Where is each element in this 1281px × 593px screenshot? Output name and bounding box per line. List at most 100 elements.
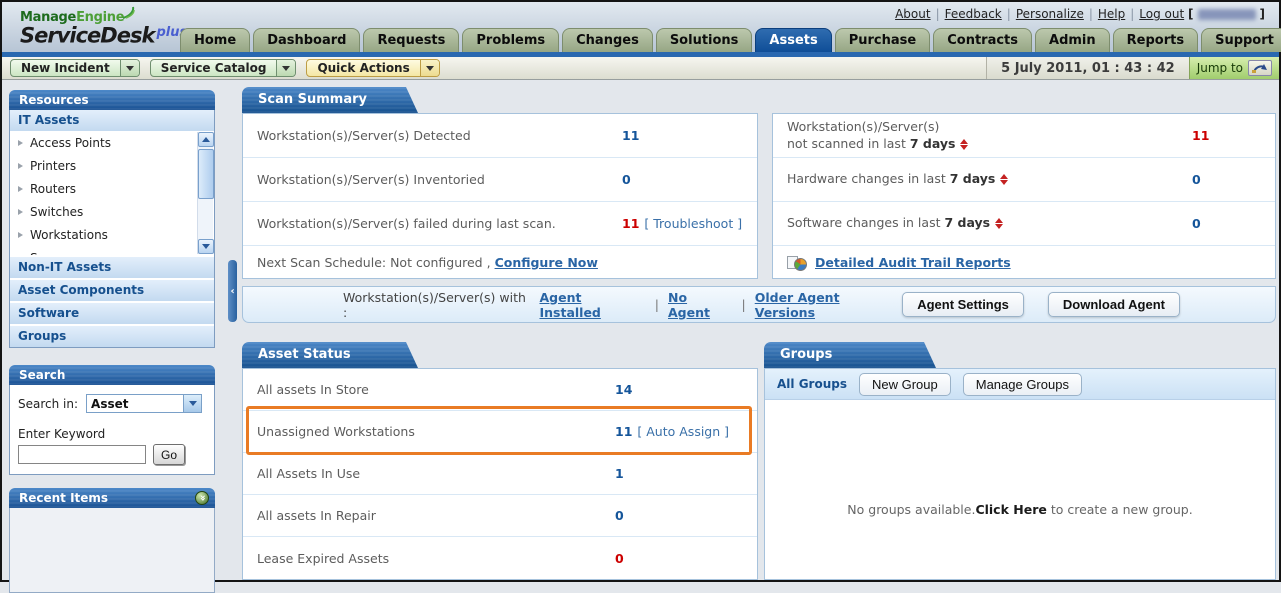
- tab-home[interactable]: Home: [180, 28, 250, 52]
- row-value[interactable]: 11: [622, 216, 639, 231]
- tab-admin[interactable]: Admin: [1035, 28, 1110, 52]
- app-window: ManageEngine ServiceDeskplus About|Feedb…: [0, 0, 1281, 582]
- top-links: About|Feedback|Personalize|Help|Log out …: [895, 7, 1265, 21]
- sidebar-item-routers[interactable]: Routers: [10, 177, 214, 200]
- link-separator: |: [742, 297, 746, 312]
- tab-reports[interactable]: Reports: [1113, 28, 1198, 52]
- manage-groups-button[interactable]: Manage Groups: [963, 373, 1082, 396]
- sidebar-section-software[interactable]: Software: [10, 301, 214, 324]
- download-agent-button[interactable]: Download Agent: [1048, 292, 1180, 317]
- row-value[interactable]: 11: [1192, 128, 1209, 143]
- username-redacted: [1198, 9, 1256, 20]
- scan-summary-left-box: Workstation(s)/Server(s) Detected 11 Wor…: [242, 113, 758, 279]
- go-button[interactable]: Go: [153, 444, 185, 465]
- spinner-updown-icon[interactable]: [1000, 174, 1008, 185]
- service-catalog-dropdown-icon[interactable]: [276, 60, 295, 76]
- row-label: Software changes in last 7 days: [787, 215, 1192, 231]
- report-pie-icon: [787, 255, 807, 271]
- auto-assign-link[interactable]: [ Auto Assign ]: [637, 424, 729, 439]
- help-link[interactable]: Help: [1098, 7, 1125, 21]
- chevron-down-icon[interactable]: [183, 395, 201, 412]
- sidebar-section-it-assets[interactable]: IT Assets: [10, 110, 214, 131]
- search-in-select[interactable]: Asset: [86, 394, 202, 413]
- sidebar-collapse-handle[interactable]: ‹: [228, 260, 237, 322]
- row-value[interactable]: 0: [622, 172, 631, 187]
- link-separator: |: [1007, 7, 1011, 21]
- detailed-audit-trail-link[interactable]: Detailed Audit Trail Reports: [815, 255, 1011, 270]
- tab-purchase[interactable]: Purchase: [835, 28, 930, 52]
- tab-assets[interactable]: Assets: [755, 28, 831, 52]
- row-value[interactable]: 0: [1192, 172, 1201, 187]
- tab-dashboard[interactable]: Dashboard: [253, 28, 360, 52]
- quick-actions-button[interactable]: Quick Actions: [306, 59, 439, 77]
- spinner-updown-icon[interactable]: [960, 139, 968, 150]
- sidebar-item-servers[interactable]: Servers: [10, 246, 214, 255]
- username-bracket-open: [: [1188, 7, 1193, 21]
- tab-support[interactable]: Support: [1201, 28, 1281, 52]
- sidebar-item-switches[interactable]: Switches: [10, 200, 214, 223]
- sidebar: Resources IT Assets Access Points Printe…: [9, 90, 215, 593]
- spinner-updown-icon[interactable]: [995, 218, 1003, 229]
- agent-settings-button[interactable]: Agent Settings: [902, 292, 1024, 317]
- row-value[interactable]: 11: [622, 128, 639, 143]
- new-incident-dropdown-icon[interactable]: [120, 60, 139, 76]
- feedback-link[interactable]: Feedback: [945, 7, 1002, 21]
- asset-status-box: All assets In Store 14 Unassigned Workst…: [242, 368, 758, 580]
- row-value[interactable]: 14: [615, 382, 632, 397]
- row-label: Unassigned Workstations: [257, 424, 615, 439]
- sidebar-section-asset-components[interactable]: Asset Components: [10, 278, 214, 301]
- link-separator: |: [655, 297, 659, 312]
- jump-to-control[interactable]: Jump to: [1189, 57, 1279, 79]
- row-value[interactable]: 1: [615, 466, 624, 481]
- row-label: All assets In Store: [257, 382, 615, 397]
- sidebar-item-workstations[interactable]: Workstations: [10, 223, 214, 246]
- next-scan-label: Next Scan Schedule: Not configured ,: [257, 255, 491, 270]
- scroll-thumb[interactable]: [198, 149, 214, 199]
- scroll-up-icon[interactable]: [198, 132, 214, 147]
- empty-text-post: to create a new group.: [1047, 502, 1193, 517]
- personalize-link[interactable]: Personalize: [1016, 7, 1084, 21]
- service-catalog-button[interactable]: Service Catalog: [150, 59, 297, 77]
- scan-row-software-changes: Software changes in last 7 days 0: [773, 202, 1275, 246]
- row-value[interactable]: 0: [615, 508, 624, 523]
- configure-now-link[interactable]: Configure Now: [495, 255, 598, 270]
- sidebar-item-access-points[interactable]: Access Points: [10, 131, 214, 154]
- troubleshoot-link[interactable]: [ Troubleshoot ]: [644, 216, 742, 231]
- tab-changes[interactable]: Changes: [562, 28, 653, 52]
- tab-requests[interactable]: Requests: [363, 28, 459, 52]
- recent-items-panel: Recent Items »: [9, 488, 215, 593]
- no-agent-link[interactable]: No Agent: [668, 290, 733, 320]
- scan-row-audit-reports: Detailed Audit Trail Reports: [773, 246, 1275, 279]
- agent-bar: Workstation(s)/Server(s) with : Agent In…: [242, 286, 1276, 323]
- row-value[interactable]: 0: [615, 551, 624, 566]
- new-group-button[interactable]: New Group: [859, 373, 951, 396]
- tree-scrollbar[interactable]: [197, 132, 213, 254]
- agent-installed-link[interactable]: Agent Installed: [539, 290, 645, 320]
- row-value[interactable]: 11: [615, 424, 632, 439]
- new-incident-button[interactable]: New Incident: [10, 59, 140, 77]
- label-bold: 7 days: [944, 215, 990, 230]
- sidebar-section-non-it-assets[interactable]: Non-IT Assets: [10, 255, 214, 278]
- search-in-label: Search in:: [18, 397, 78, 411]
- resources-panel-body: IT Assets Access Points Printers Routers…: [9, 110, 215, 348]
- keyword-input[interactable]: [18, 445, 146, 464]
- click-here-link[interactable]: Click Here: [975, 502, 1046, 517]
- all-groups-label[interactable]: All Groups: [777, 377, 847, 391]
- collapse-chevron-icon[interactable]: »: [195, 491, 209, 505]
- main-nav-tabs: Home Dashboard Requests Problems Changes…: [180, 28, 1281, 52]
- tab-contracts[interactable]: Contracts: [933, 28, 1032, 52]
- logout-link[interactable]: Log out: [1139, 7, 1184, 21]
- sidebar-section-groups[interactable]: Groups: [10, 324, 214, 347]
- tab-problems[interactable]: Problems: [462, 28, 559, 52]
- about-link[interactable]: About: [895, 7, 930, 21]
- quick-actions-dropdown-icon[interactable]: [420, 60, 439, 76]
- row-label: All Assets In Use: [257, 466, 615, 481]
- scroll-down-icon[interactable]: [198, 239, 214, 254]
- recent-items-body: [9, 508, 215, 593]
- older-agent-versions-link[interactable]: Older Agent Versions: [755, 290, 902, 320]
- tab-solutions[interactable]: Solutions: [656, 28, 753, 52]
- link-separator: |: [1130, 7, 1134, 21]
- row-value[interactable]: 0: [1192, 216, 1201, 231]
- sidebar-item-printers[interactable]: Printers: [10, 154, 214, 177]
- jump-to-icon[interactable]: [1248, 60, 1272, 76]
